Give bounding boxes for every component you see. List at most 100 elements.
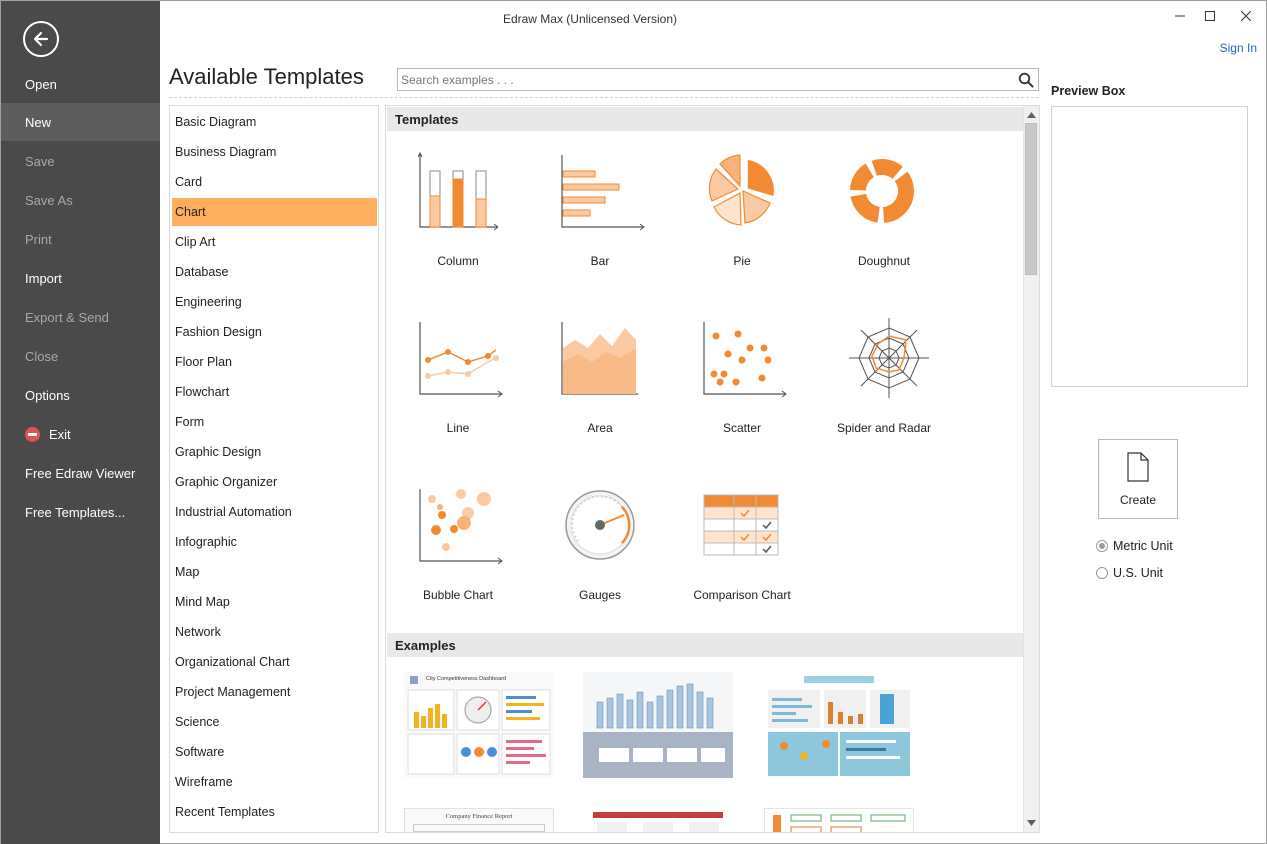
category-item[interactable]: Science bbox=[172, 708, 377, 736]
minimize-icon bbox=[1175, 15, 1185, 17]
category-item[interactable]: Floor Plan bbox=[172, 348, 377, 376]
sign-in-link[interactable]: Sign In bbox=[1220, 41, 1257, 55]
category-item[interactable]: Map bbox=[172, 558, 377, 586]
back-button[interactable] bbox=[23, 21, 59, 57]
menu-save[interactable]: Save bbox=[1, 142, 160, 180]
template-spider-radar[interactable]: Spider and Radar bbox=[819, 318, 949, 468]
category-item[interactable]: Graphic Organizer bbox=[172, 468, 377, 496]
category-label: Card bbox=[175, 175, 203, 189]
template-label: Line bbox=[446, 421, 470, 435]
scroll-up-button[interactable] bbox=[1024, 107, 1039, 122]
menu-save-as[interactable]: Save As bbox=[1, 181, 160, 219]
scroll-down-button[interactable] bbox=[1024, 815, 1039, 830]
menu-options[interactable]: Options bbox=[1, 376, 160, 414]
example-table-divider bbox=[413, 824, 545, 832]
menu-export-send[interactable]: Export & Send bbox=[1, 298, 160, 336]
category-item[interactable]: Network bbox=[172, 618, 377, 646]
pie-chart-icon bbox=[708, 154, 776, 226]
scroll-thumb[interactable] bbox=[1025, 123, 1037, 275]
category-item[interactable]: Basic Diagram bbox=[172, 108, 377, 136]
close-window-button[interactable] bbox=[1231, 5, 1261, 27]
template-scatter[interactable]: Scatter bbox=[677, 318, 807, 468]
menu-import-label: Import bbox=[25, 270, 62, 286]
category-item-selected[interactable]: Chart bbox=[172, 198, 377, 226]
category-item[interactable]: Project Management bbox=[172, 678, 377, 706]
template-pie[interactable]: Pie bbox=[677, 151, 807, 301]
bubble-chart-icon bbox=[419, 489, 503, 565]
app-window: Open New Save Save As Print Import Expor… bbox=[0, 0, 1267, 844]
category-item[interactable]: Clip Art bbox=[172, 228, 377, 256]
create-button[interactable]: Create bbox=[1098, 439, 1178, 519]
chevron-down-icon bbox=[1027, 819, 1036, 826]
example-thumbnail[interactable] bbox=[583, 808, 733, 832]
category-label: Floor Plan bbox=[175, 355, 232, 369]
bar-chart-icon bbox=[561, 155, 645, 231]
template-line[interactable]: Line bbox=[393, 318, 523, 468]
template-area[interactable]: Area bbox=[535, 318, 665, 468]
category-item[interactable]: Infographic bbox=[172, 528, 377, 556]
category-item[interactable]: Engineering bbox=[172, 288, 377, 316]
example-thumbnail[interactable] bbox=[583, 672, 733, 778]
example-thumbnail[interactable]: City Competitiveness Dashboard bbox=[404, 672, 554, 778]
menu-free-templates[interactable]: Free Templates... bbox=[1, 493, 160, 531]
preview-title: Preview Box bbox=[1051, 84, 1126, 98]
category-label: Business Diagram bbox=[175, 145, 277, 159]
maximize-icon bbox=[1205, 11, 1215, 21]
menu-new[interactable]: New bbox=[1, 103, 160, 141]
radio-selected[interactable] bbox=[1096, 540, 1108, 552]
us-unit-radio[interactable]: U.S. Unit bbox=[1096, 566, 1163, 580]
back-arrow-icon bbox=[33, 31, 49, 47]
category-item[interactable]: Database bbox=[172, 258, 377, 286]
category-item[interactable]: Fashion Design bbox=[172, 318, 377, 346]
template-gauges[interactable]: Gauges bbox=[535, 485, 665, 635]
metric-unit-radio[interactable]: Metric Unit bbox=[1096, 539, 1173, 553]
menu-save-as-label: Save As bbox=[25, 192, 73, 208]
example-thumbnail[interactable] bbox=[764, 808, 914, 832]
category-item[interactable]: Flowchart bbox=[172, 378, 377, 406]
menu-free-edraw-viewer[interactable]: Free Edraw Viewer bbox=[1, 454, 160, 492]
category-item[interactable]: Card bbox=[172, 168, 377, 196]
menu-exit[interactable]: Exit bbox=[1, 415, 160, 453]
menu-import[interactable]: Import bbox=[1, 259, 160, 297]
category-item[interactable]: Organizational Chart bbox=[172, 648, 377, 676]
menu-new-label: New bbox=[25, 114, 52, 130]
doughnut-chart-icon bbox=[850, 159, 914, 223]
infographic-thumbnail-icon bbox=[768, 676, 910, 776]
category-label: Flowchart bbox=[175, 385, 230, 399]
maximize-button[interactable] bbox=[1195, 5, 1225, 27]
scatter-chart-icon bbox=[703, 322, 787, 398]
menu-close[interactable]: Close bbox=[1, 337, 160, 375]
category-item[interactable]: Business Diagram bbox=[172, 138, 377, 166]
template-bar[interactable]: Bar bbox=[535, 151, 665, 301]
category-item[interactable]: Graphic Design bbox=[172, 438, 377, 466]
category-item[interactable]: Wireframe bbox=[172, 768, 377, 796]
menu-free-templates-label: Free Templates... bbox=[25, 504, 126, 520]
radio-unselected[interactable] bbox=[1096, 567, 1108, 579]
menu-export-send-label: Export & Send bbox=[25, 309, 109, 325]
category-item[interactable]: Software bbox=[172, 738, 377, 766]
minimize-button[interactable] bbox=[1165, 5, 1195, 27]
category-item[interactable]: Recent Templates bbox=[172, 798, 377, 826]
search-icon[interactable] bbox=[1018, 72, 1034, 88]
divider bbox=[169, 97, 1039, 98]
category-label: Mind Map bbox=[175, 595, 230, 609]
category-item[interactable]: Mind Map bbox=[172, 588, 377, 616]
template-column[interactable]: Column bbox=[393, 151, 523, 301]
category-item[interactable]: Form bbox=[172, 408, 377, 436]
category-label: Graphic Design bbox=[175, 445, 262, 459]
template-bubble-chart[interactable]: Bubble Chart bbox=[393, 485, 523, 635]
template-label: Doughnut bbox=[857, 254, 911, 268]
close-icon bbox=[1241, 11, 1251, 21]
metric-unit-label: Metric Unit bbox=[1113, 539, 1173, 553]
template-gallery: Templates Column Bar Pie Doughnut Line A… bbox=[385, 105, 1040, 833]
search-input[interactable] bbox=[398, 69, 1008, 90]
template-doughnut[interactable]: Doughnut bbox=[819, 151, 949, 301]
example-thumbnail[interactable]: Company Finance Report bbox=[404, 808, 554, 832]
menu-print[interactable]: Print bbox=[1, 220, 160, 258]
comparison-chart-icon bbox=[703, 494, 779, 556]
example-thumbnail[interactable] bbox=[764, 672, 914, 778]
category-label: Form bbox=[175, 415, 205, 429]
template-comparison-chart[interactable]: Comparison Chart bbox=[677, 485, 807, 635]
menu-open[interactable]: Open bbox=[1, 65, 160, 103]
category-item[interactable]: Industrial Automation bbox=[172, 498, 377, 526]
